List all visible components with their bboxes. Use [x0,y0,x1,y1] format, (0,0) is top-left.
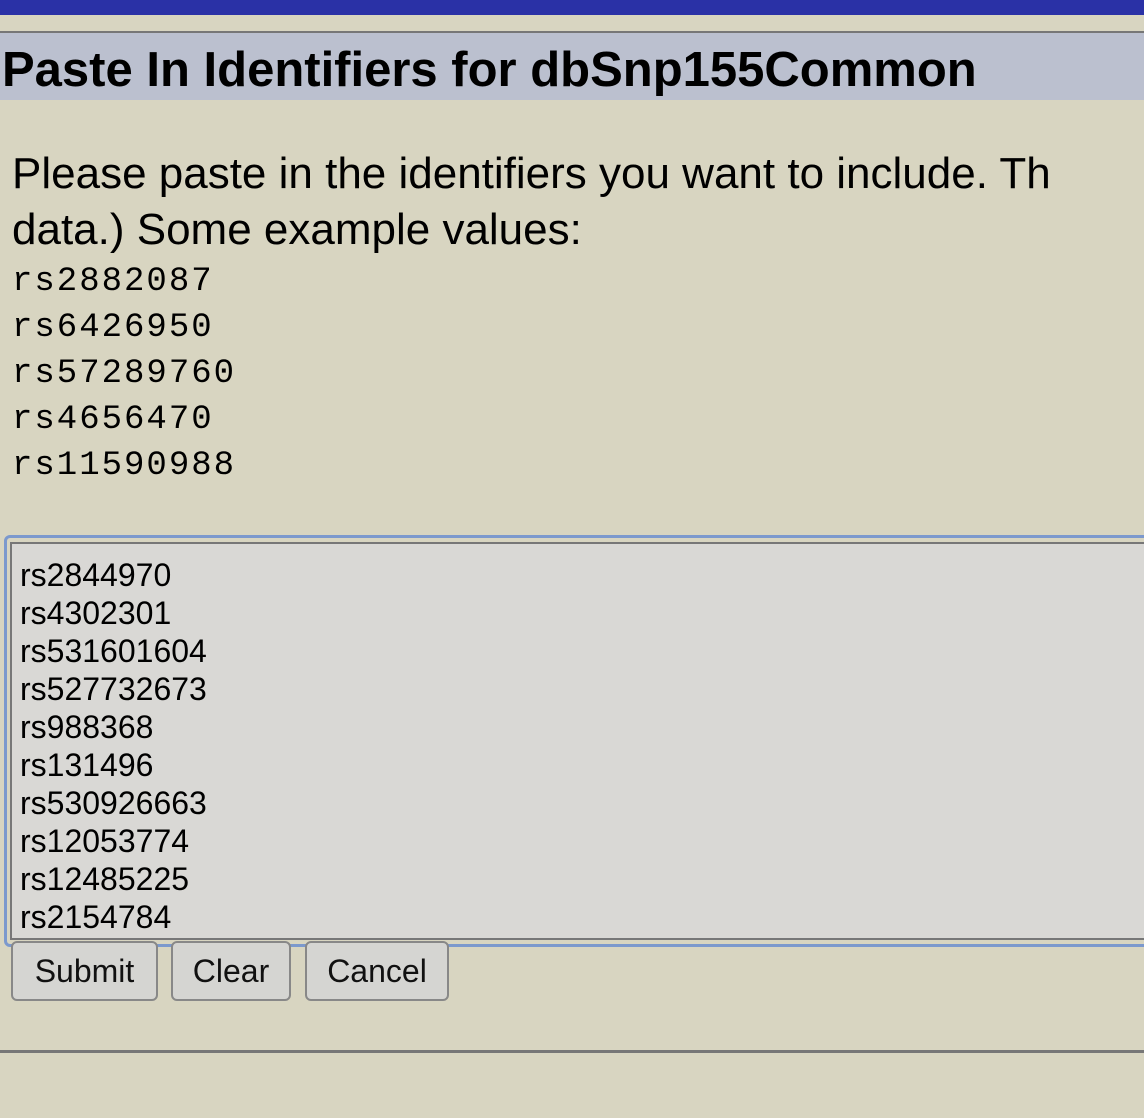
textarea-line: rs530926663 [20,785,207,821]
submit-button[interactable]: Submit [11,941,158,1001]
textarea-line: rs4302301 [20,595,172,631]
page-title: Paste In Identifiers for dbSnp155Common [2,43,977,97]
identifiers-textarea[interactable]: rs2844970 rs4302301 rs531601604 rs527732… [10,542,1144,940]
textarea-line: rs531601604 [20,633,207,669]
instructions: Please paste in the identifiers you want… [12,146,1144,258]
example-values-list: rs2882087 rs6426950 rs57289760 rs4656470… [12,259,236,489]
textarea-line: rs12053774 [20,823,190,859]
example-value: rs57289760 [12,355,237,393]
textarea-line: rs527732673 [20,671,207,707]
top-spacer [0,15,1144,31]
instructions-line-2: data.) Some example values: [12,205,582,254]
clear-button[interactable]: Clear [171,941,291,1001]
example-value: rs11590988 [12,447,237,485]
textarea-line: rs2154784 [20,899,172,935]
textarea-line: rs2844970 [20,557,172,593]
cancel-button[interactable]: Cancel [305,941,449,1001]
textarea-line: rs988368 [20,709,154,745]
textarea-line: rs12485225 [20,861,190,897]
title-bar: Paste In Identifiers for dbSnp155Common [0,31,1144,100]
bottom-divider [0,1050,1144,1053]
example-value: rs2882087 [12,263,214,301]
textarea-line: rs131496 [20,747,154,783]
example-value: rs4656470 [12,401,214,439]
instructions-line-1: Please paste in the identifiers you want… [12,149,1051,198]
identifiers-textarea-focus-ring: rs2844970 rs4302301 rs531601604 rs527732… [4,535,1144,947]
top-nav-bar [0,0,1144,15]
example-value: rs6426950 [12,309,214,347]
